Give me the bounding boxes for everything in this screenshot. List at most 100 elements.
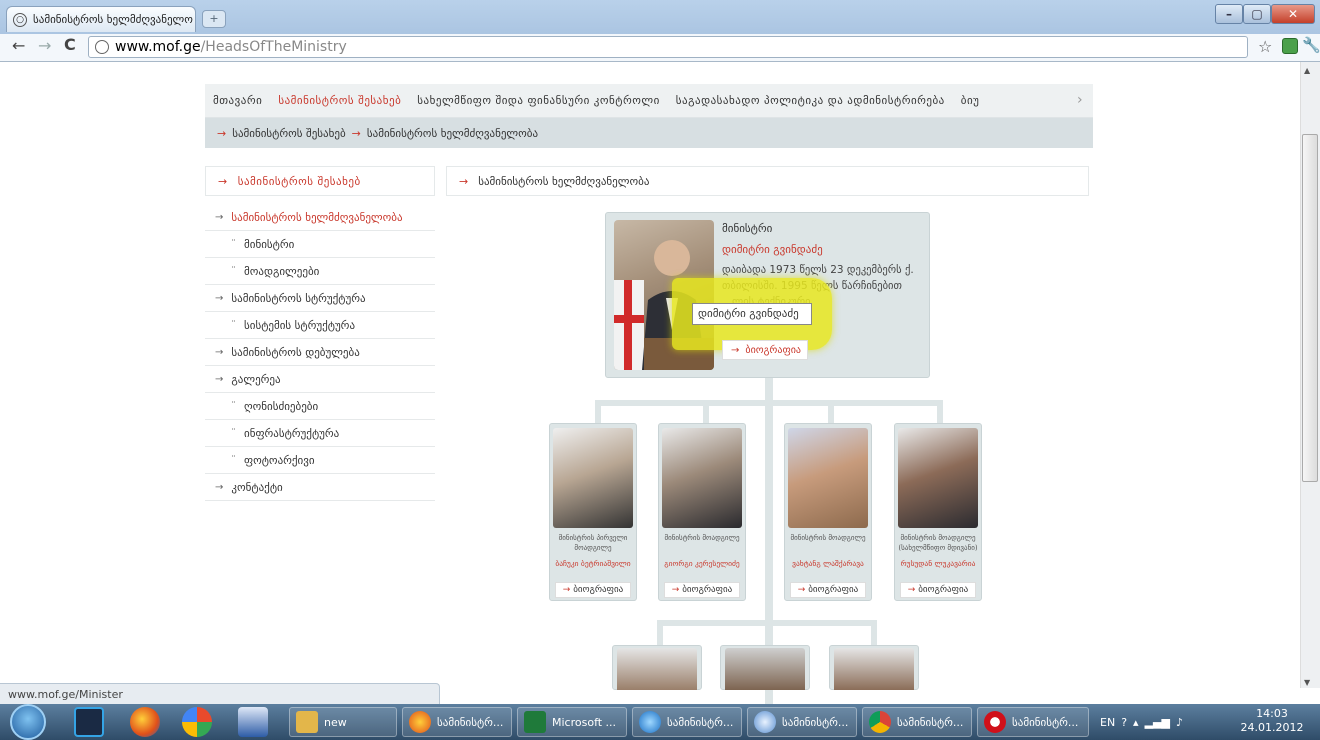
staff-photo[interactable] [725,648,805,690]
word-icon[interactable] [238,707,268,737]
sidebar-item-system-structure[interactable]: ¨ სისტემის სტრუქტურა [205,312,435,339]
taskbar-task[interactable]: სამინისტრ... [747,707,857,737]
staff-photo[interactable] [617,648,697,690]
arrow-icon: → [215,373,224,385]
taskbar-task[interactable]: new [289,707,397,737]
sidebar-item-gallery[interactable]: → გალერეა [205,366,435,393]
sidebar-item-events[interactable]: ¨ ღონისძიებები [205,393,435,420]
clock[interactable]: 14:03 24.01.2012 [1232,707,1312,735]
minimize-button[interactable]: – [1215,4,1243,24]
bullet-icon: ¨ [231,319,236,331]
sidebar-item-regulation[interactable]: → სამინისტროს დებულება [205,339,435,366]
deputy-photo[interactable] [662,428,742,528]
menu-item-tax-policy[interactable]: საგადასახადო პოლიტიკა და ადმინისტრირება [668,94,953,107]
org-connector [828,400,834,424]
sidebar-item-label: ღონისძიებები [244,399,319,413]
breadcrumb-item[interactable]: სამინისტროს შესახებ [232,127,345,140]
deputy-name[interactable]: ბაჩუკი ბეტრიაშვილი [549,559,637,569]
minister-bio-button[interactable]: → ბიოგრაფია [722,340,808,360]
back-arrow-icon[interactable]: ← [12,36,25,55]
sidebar-header[interactable]: → სამინისტროს შესახებ [205,166,435,196]
favicon-icon: ○ [13,12,27,27]
arrow-icon: → [215,292,224,304]
clock-date: 24.01.2012 [1240,721,1304,734]
taskbar-task[interactable]: სამინისტრ... [632,707,742,737]
taskbar-task[interactable]: სამინისტრ... [862,707,972,737]
new-tab-button[interactable]: + [202,10,226,28]
scroll-down-icon[interactable]: ▼ [1304,678,1310,687]
start-button[interactable] [10,704,46,740]
star-icon[interactable]: ☆ [1258,37,1272,56]
volume-icon[interactable]: ♪ [1176,716,1183,729]
menu-item-budget[interactable]: ბიუ [953,94,988,107]
bullet-icon: ¨ [231,454,236,466]
signal-icon[interactable]: ▂▄▆ [1145,716,1170,729]
sidebar-item-infrastructure[interactable]: ¨ ინფრასტრუქტურა [205,420,435,447]
deputy-bio-button[interactable]: → ბიოგრაფია [555,582,631,598]
menu-item-internal-control[interactable]: სახელმწიფო შიდა ფინანსური კონტროლი [409,94,668,107]
arrow-icon: → [351,126,361,140]
bullet-icon: ¨ [231,427,236,439]
maximize-button[interactable]: ▢ [1243,4,1271,24]
language-indicator[interactable]: EN [1100,716,1115,729]
bio-button-label: ბიოგრაფია [808,585,859,595]
status-bar: www.mof.ge/Minister [0,683,440,705]
bio-button-label: ბიოგრაფია [682,585,733,595]
sidebar-item-contact[interactable]: → კონტაქტი [205,474,435,501]
deputy-role: მინისტრის მოადგილე [790,534,866,542]
minister-name[interactable]: დიმიტრი გვინდაძე [722,243,823,256]
arrow-icon: → [907,585,916,595]
chrome-icon [869,711,891,733]
taskbar-task[interactable]: Microsoft ... [517,707,627,737]
deputy-bio-button[interactable]: → ბიოგრაფია [664,582,740,598]
firefox-icon[interactable] [130,707,160,737]
reload-icon[interactable]: C [64,35,76,54]
staff-photo[interactable] [834,648,914,690]
scroll-thumb[interactable] [1302,134,1318,482]
sidebar-item-structure[interactable]: → სამინისტროს სტრუქტურა [205,285,435,312]
menu-next-icon[interactable]: › [1077,92,1083,108]
sidebar-item-label: სამინისტროს დებულება [231,345,360,359]
arrow-icon: → [459,174,469,188]
task-label: სამინისტრ... [897,715,964,729]
photoshop-icon[interactable] [74,707,104,737]
menu-item-home[interactable]: მთავარი [205,94,270,107]
menu-item-about[interactable]: სამინისტროს შესახებ [270,94,409,107]
deputy-bio-button[interactable]: → ბიოგრაფია [790,582,866,598]
deputy-name[interactable]: ვახტანგ ლაშქარავა [784,559,872,569]
sidebar-item-deputies[interactable]: ¨ მოადგილეები [205,258,435,285]
safari-icon [754,711,776,733]
breadcrumb-item[interactable]: სამინისტროს ხელმძღვანელობა [367,127,538,140]
deputy-photo[interactable] [788,428,868,528]
taskbar-task[interactable]: სამინისტრ... [977,707,1089,737]
deputy-photo[interactable] [553,428,633,528]
deputy-photo[interactable] [898,428,978,528]
sidebar-item-photo-archive[interactable]: ¨ ფოტოარქივი [205,447,435,474]
extension-icon[interactable] [1282,38,1298,54]
url-host: www.mof.ge [115,39,201,55]
browser-tab[interactable]: ○ სამინისტროს ხელმძღვანელო × [6,6,196,32]
minister-title: მინისტრი [722,222,773,235]
deputy-name[interactable]: რუსუდან ლუკავარია [894,559,982,569]
bullet-icon: ¨ [231,400,236,412]
forward-arrow-icon[interactable]: → [38,36,51,55]
sidebar-item-leadership[interactable]: → სამინისტროს ხელმძღვანელობა [205,204,435,231]
deputy-bio-button[interactable]: → ბიოგრაფია [900,582,976,598]
taskbar-task[interactable]: სამინისტრ... [402,707,512,737]
scroll-up-icon[interactable]: ▲ [1304,66,1310,75]
wrench-icon[interactable]: 🔧 [1302,36,1320,54]
sidebar-item-minister[interactable]: ¨ მინისტრი [205,231,435,258]
deputy-name[interactable]: გიორგი კერესელიძე [658,559,746,569]
arrow-icon: → [797,585,806,595]
help-icon[interactable]: ? [1121,716,1127,729]
deputy-role: მინისტრის მოადგილე [664,534,740,542]
address-bar[interactable]: www.mof.ge/HeadsOfTheMinistry [88,36,1248,58]
sidebar-item-label: ინფრასტრუქტურა [244,426,340,440]
bullet-icon: ¨ [231,238,236,250]
close-window-button[interactable]: ✕ [1271,4,1315,24]
tray-expand-icon[interactable]: ▴ [1133,716,1139,729]
sidebar-item-label: მინისტრი [244,237,295,251]
picasa-icon[interactable] [182,707,212,737]
folder-icon [296,711,318,733]
task-label: Microsoft ... [552,715,617,729]
